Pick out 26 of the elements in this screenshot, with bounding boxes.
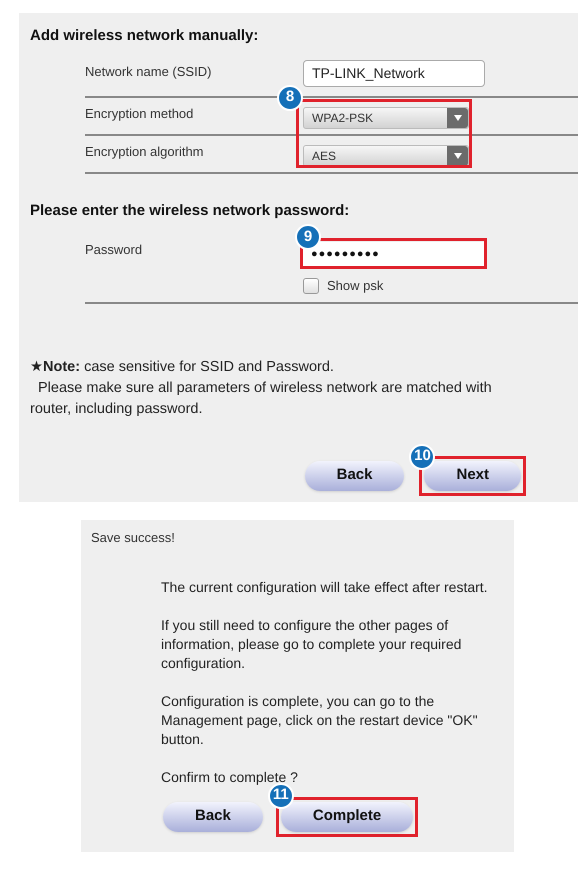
dropdown[interactable]: WPA2-PSK xyxy=(303,106,469,128)
checkbox[interactable] xyxy=(303,278,319,294)
step-number-badge: 11 xyxy=(268,782,294,808)
step-number-badge: 8 xyxy=(277,84,303,110)
message-text: Configuration is complete, you can go to the Management page, click on the restart device "OK" button. xyxy=(161,692,479,748)
pill-button[interactable]: Complete xyxy=(280,802,414,832)
message-text: If you still need to configure the other pages of information, please go to complete your required configuration. xyxy=(161,616,462,672)
section-heading: Add wireless network manually: xyxy=(29,26,260,46)
dialog-title: Save success! xyxy=(90,529,176,547)
field-label: Network name (SSID) xyxy=(85,62,212,81)
field-label: Encryption algorithm xyxy=(85,142,204,161)
step-number-badge: 9 xyxy=(295,224,321,250)
pill-button[interactable]: Next xyxy=(424,460,521,490)
password-field[interactable]: ●●●●●●●●● xyxy=(303,242,484,266)
step-number-badge: 10 xyxy=(409,444,436,470)
note-text: ★Note: case sensitive for SSID and Password. xyxy=(30,358,335,376)
text-field[interactable]: TP-LINK_Network xyxy=(303,60,485,86)
checkbox-label: Show psk xyxy=(327,277,384,295)
pill-button[interactable]: Back xyxy=(163,802,263,832)
pill-button[interactable]: Back xyxy=(304,460,404,490)
message-text: The current configuration will take effect after restart. xyxy=(161,578,488,596)
note-text: Please make sure all parameters of wireless network are matched with router, including password. xyxy=(30,378,493,418)
section-heading: Please enter the wireless network password: xyxy=(29,200,350,220)
dropdown[interactable]: AES xyxy=(303,144,469,166)
field-label: Password xyxy=(85,241,144,259)
field-label: Encryption method xyxy=(85,104,194,123)
